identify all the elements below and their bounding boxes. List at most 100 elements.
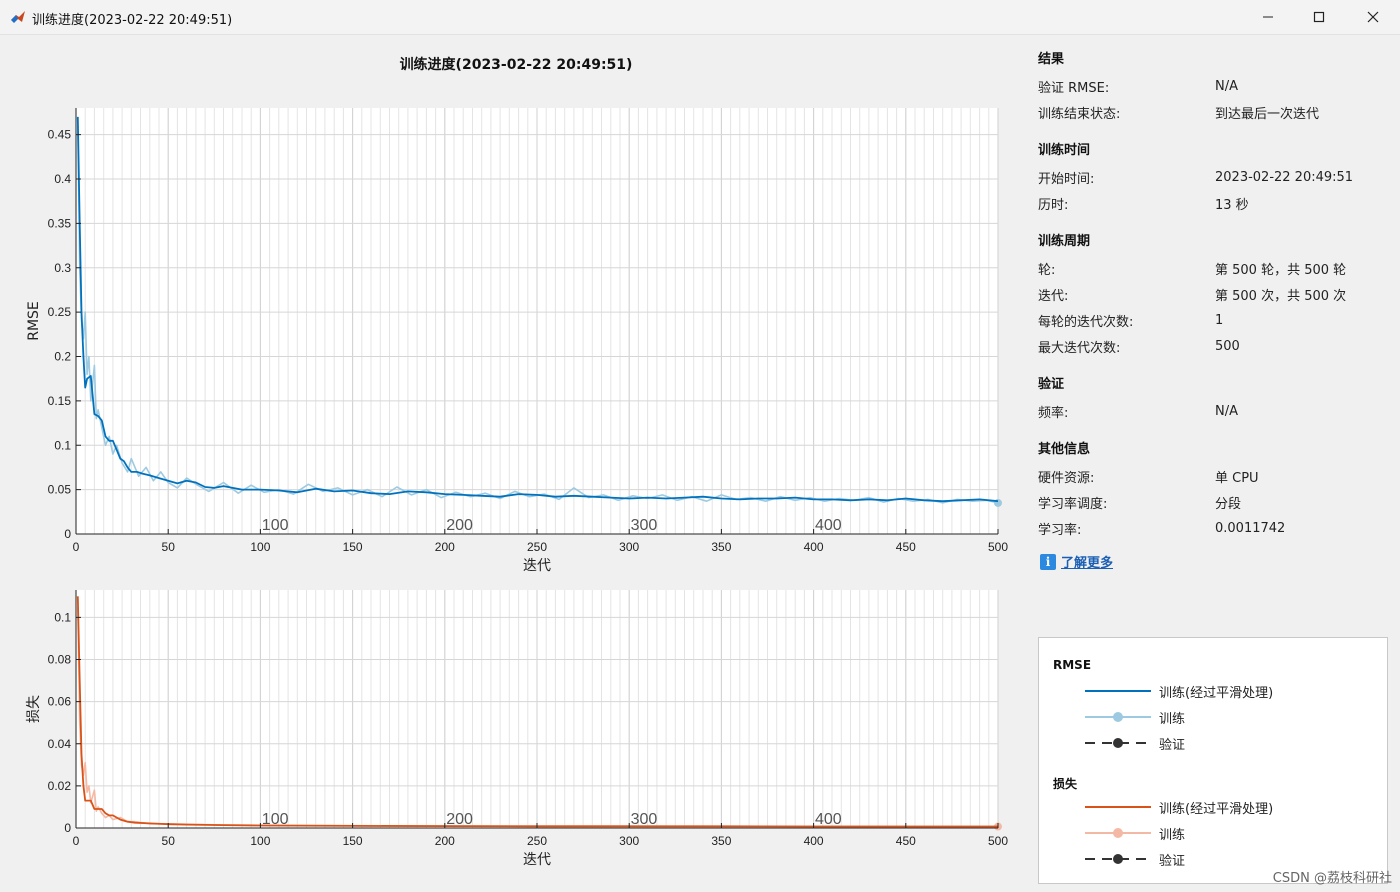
row-learning-rate: 学习率: 0.0011742	[1038, 520, 1286, 538]
x-tick-label: 250	[527, 834, 547, 848]
legend-line-loss-smooth-icon	[1085, 806, 1151, 808]
info-icon: i	[1040, 553, 1056, 570]
rmse-raw-marker	[1113, 712, 1123, 722]
learn-more-link[interactable]: 了解更多	[1061, 552, 1113, 571]
rmse-val-marker	[1113, 738, 1123, 748]
legend-loss-heading: 损失	[1053, 777, 1078, 791]
legend-line-rmse-raw-icon	[1085, 712, 1151, 722]
x-tick-label: 500	[988, 834, 1008, 848]
x-tick-label: 50	[162, 834, 176, 848]
legend-rmse-validation: 验证	[1085, 733, 1185, 753]
title-bar: 训练进度(2023-02-22 20:49:51)	[0, 0, 1400, 35]
row-epoch: 轮: 第 500 轮，共 500 轮	[1038, 262, 1347, 278]
x-tick-label: 450	[896, 540, 916, 554]
row-iteration: 迭代: 第 500 次，共 500 次	[1038, 288, 1347, 304]
legend-loss-raw: 训练	[1085, 823, 1185, 843]
row-hardware: 硬件资源: 单 CPU	[1038, 470, 1259, 486]
section-result-heading: 结果	[1038, 52, 1065, 67]
section-validation-heading: 验证	[1038, 377, 1065, 392]
y-tick-label: 0.06	[48, 695, 72, 709]
legend-line-loss-raw-icon	[1085, 828, 1151, 838]
epoch-label: 400	[815, 811, 842, 828]
x-tick-label: 400	[804, 834, 824, 848]
y-tick-label: 0.08	[48, 653, 72, 667]
row-end-state: 训练结束状态: 到达最后一次迭代	[1038, 106, 1320, 122]
x-tick-label: 250	[527, 540, 547, 554]
minimize-icon	[1263, 16, 1273, 18]
x-tick-label: 300	[619, 540, 639, 554]
loss-raw-marker	[1113, 828, 1123, 838]
window-title: 训练进度(2023-02-22 20:49:51)	[32, 13, 233, 28]
training-plots: 100 200 300 400 0 50 100 150 200 250 300 350 400 450 5…	[26, 108, 1008, 868]
row-val-rmse: 验证 RMSE: N/A	[1038, 78, 1238, 96]
legend-line-rmse-val-icon	[1085, 738, 1151, 748]
y-tick-label: 0.3	[54, 261, 71, 275]
x-tick-label: 200	[435, 540, 455, 554]
epoch-label: 100	[262, 517, 289, 534]
watermark: CSDN @荔枝科研社	[1272, 871, 1392, 886]
x-tick-label: 300	[619, 834, 639, 848]
x-tick-label: 200	[435, 834, 455, 848]
learn-more: i 了解更多	[1040, 552, 1113, 571]
epoch-label: 300	[631, 517, 658, 534]
maximize-icon	[1313, 11, 1325, 23]
y-tick-label: 0.4	[54, 172, 71, 186]
y-tick-label: 0.1	[54, 438, 71, 452]
minimize-button[interactable]	[1245, 0, 1291, 34]
y-tick-label: 0.02	[48, 779, 72, 793]
legend-line-rmse-smooth-icon	[1085, 690, 1151, 692]
matlab-app-icon	[11, 11, 25, 23]
section-time-heading: 训练时间	[1038, 143, 1091, 158]
section-cycle-heading: 训练周期	[1038, 234, 1091, 249]
x-tick-label: 100	[250, 540, 270, 554]
y-tick-label: 0	[64, 821, 71, 835]
legend-rmse-raw: 训练	[1085, 707, 1185, 727]
y-tick-label: 0.15	[48, 394, 72, 408]
x-tick-label: 0	[73, 540, 80, 554]
loss-val-marker	[1113, 854, 1123, 864]
y-tick-label: 0.04	[48, 737, 72, 751]
y-tick-label: 0.35	[48, 216, 72, 230]
x-tick-label: 100	[250, 834, 270, 848]
row-iter-per-epoch: 每轮的迭代次数: 1	[1038, 312, 1224, 330]
x-tick-label: 50	[162, 540, 176, 554]
y-tick-label: 0.05	[48, 483, 72, 497]
row-start-time: 开始时间: 2023-02-22 20:49:51	[1038, 169, 1354, 187]
info-panel: 结果 验证 RMSE: N/A 训练结束状态: 到达最后一次迭代 训练时间 开始时间…	[1038, 48, 1378, 541]
x-tick-label: 400	[804, 540, 824, 554]
y-tick-label: 0.45	[48, 128, 72, 142]
row-max-iter: 最大迭代次数: 500	[1038, 338, 1240, 356]
chart-loss: 100 200 300 4000 50 100 150 200 250 300 350 400 450 5…	[26, 590, 1008, 868]
row-lr-schedule: 学习率调度: 分段	[1038, 496, 1242, 512]
legend-rmse-smooth: 训练(经过平滑处理)	[1085, 681, 1273, 701]
maximize-button[interactable]	[1296, 0, 1342, 34]
y-tick-label: 0	[64, 527, 71, 541]
close-icon	[1367, 11, 1379, 23]
x-tick-label: 500	[988, 540, 1008, 554]
legend-rmse-heading: RMSE	[1053, 658, 1092, 672]
section-other-heading: 其他信息	[1038, 442, 1091, 457]
row-elapsed: 历时: 13 秒	[1038, 197, 1249, 213]
x-tick-label: 150	[343, 540, 363, 554]
y-axis-label: 损失	[26, 695, 42, 723]
x-axis-label: 迭代	[523, 558, 551, 574]
legend-loss-smooth: 训练(经过平滑处理)	[1085, 797, 1273, 817]
y-tick-label: 0.1	[54, 610, 71, 624]
chart-rmse: 100 200 300 400 0 50 100 150 200 250 300 350 400 450 5…	[26, 108, 1008, 574]
x-tick-label: 350	[711, 834, 731, 848]
legend-loss-validation: 验证	[1085, 849, 1185, 869]
legend-box: RMSE 训练(经过平滑处理) 训练 验证 损失 训练(经过平滑处理) 训练 验…	[1038, 637, 1388, 884]
close-button[interactable]	[1350, 0, 1396, 34]
y-tick-label: 0.25	[48, 305, 72, 319]
y-tick-label: 0.2	[54, 350, 71, 364]
x-axis-label: 迭代	[523, 852, 551, 868]
x-tick-label: 450	[896, 834, 916, 848]
legend-line-loss-val-icon	[1085, 854, 1151, 864]
x-tick-label: 350	[711, 540, 731, 554]
x-tick-label: 0	[73, 834, 80, 848]
row-frequency: 频率: N/A	[1038, 403, 1238, 421]
epoch-label: 200	[446, 517, 473, 534]
x-tick-label: 150	[343, 834, 363, 848]
epoch-label: 400	[815, 517, 842, 534]
y-axis-label: RMSE	[26, 301, 42, 341]
